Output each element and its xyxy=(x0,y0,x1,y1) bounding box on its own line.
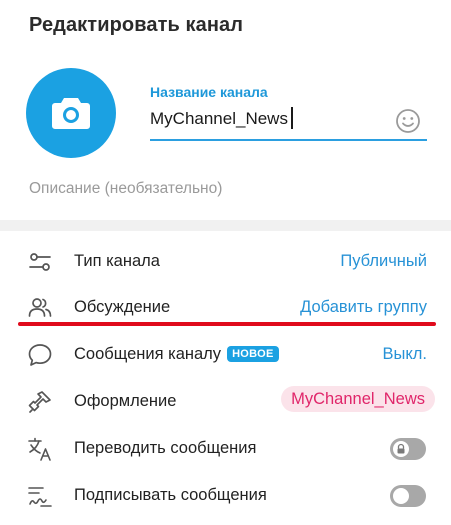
people-icon xyxy=(28,298,52,317)
channel-type-row[interactable]: Тип канала Публичный xyxy=(0,239,451,285)
emoji-button[interactable] xyxy=(395,108,421,134)
camera-icon xyxy=(52,98,90,129)
text-caret xyxy=(291,107,293,129)
description-input[interactable]: Описание (необязательно) xyxy=(29,180,222,198)
channel-type-label: Тип канала xyxy=(74,252,160,270)
channel-messages-row[interactable]: Сообщения каналу НОВОЕ Выкл. xyxy=(0,332,451,378)
channel-name-input[interactable] xyxy=(150,106,390,132)
signature-icon xyxy=(28,487,52,507)
sign-messages-toggle[interactable] xyxy=(390,485,426,507)
sliders-icon xyxy=(29,253,51,271)
channel-type-value[interactable]: Публичный xyxy=(340,252,427,271)
section-separator xyxy=(0,220,451,231)
page-title: Редактировать канал xyxy=(29,14,244,36)
channel-name-underline xyxy=(150,139,427,141)
channel-messages-value[interactable]: Выкл. xyxy=(383,345,427,364)
smile-icon xyxy=(396,109,420,133)
appearance-row[interactable]: Оформление MyChannel_News xyxy=(0,379,451,425)
channel-messages-label: Сообщения каналу НОВОЕ xyxy=(74,345,279,364)
channel-name-label: Название канала xyxy=(150,84,268,100)
discussion-label: Обсуждение xyxy=(74,298,171,316)
sign-messages-label: Подписывать сообщения xyxy=(74,486,267,504)
translate-row[interactable]: Переводить сообщения xyxy=(0,426,451,472)
appearance-label: Оформление xyxy=(74,392,177,410)
sign-messages-row[interactable]: Подписывать сообщения xyxy=(0,473,451,519)
toggle-knob xyxy=(393,488,409,504)
lock-icon xyxy=(397,443,405,454)
channel-messages-text: Сообщения каналу xyxy=(74,345,222,363)
appearance-name-pill[interactable]: MyChannel_News xyxy=(281,386,435,412)
brush-icon xyxy=(28,391,51,413)
translate-icon xyxy=(28,437,51,461)
chat-bubble-icon xyxy=(28,344,52,366)
channel-avatar-button[interactable] xyxy=(26,68,116,158)
add-group-link[interactable]: Добавить группу xyxy=(300,298,427,317)
translate-label: Переводить сообщения xyxy=(74,439,257,457)
translate-toggle[interactable] xyxy=(390,438,426,460)
new-badge: НОВОЕ xyxy=(227,346,279,362)
highlight-underline xyxy=(18,322,436,326)
